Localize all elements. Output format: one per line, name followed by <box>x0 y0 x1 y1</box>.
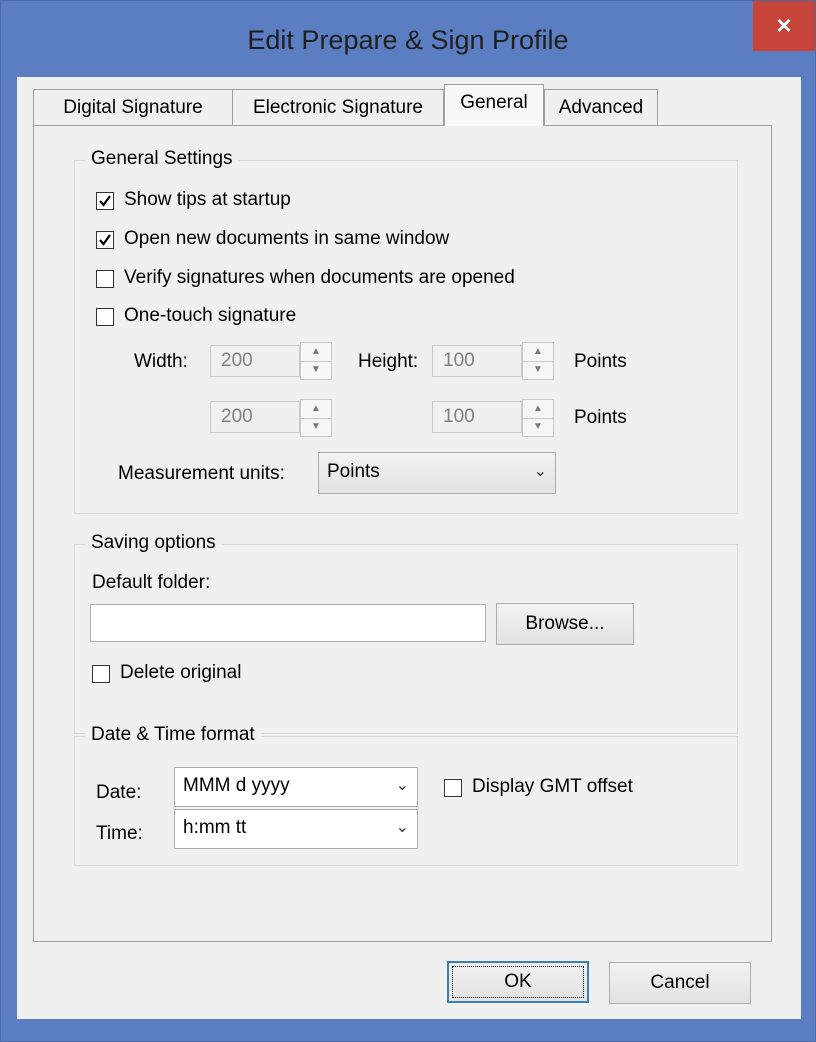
verify-signatures-checkbox[interactable] <box>96 270 114 288</box>
width-spinner-2[interactable]: ▲ ▼ <box>300 399 332 437</box>
width-input-2[interactable]: 200 <box>210 401 300 433</box>
units-label-1: Points <box>574 351 627 372</box>
height-spinner[interactable]: ▲ ▼ <box>522 342 554 380</box>
gmt-offset-checkbox[interactable] <box>444 779 462 797</box>
date-format-select[interactable]: MMM d yyyy ⌄ <box>174 767 418 807</box>
tab-general[interactable]: General <box>444 84 544 126</box>
saving-options-title: Saving options <box>85 532 222 554</box>
one-touch-signature-label[interactable]: One-touch signature <box>124 305 296 327</box>
one-touch-signature-checkbox[interactable] <box>96 308 114 326</box>
window-title: Edit Prepare & Sign Profile <box>247 25 569 55</box>
measurement-units-label: Measurement units: <box>118 463 285 484</box>
cancel-button[interactable]: Cancel <box>609 962 751 1004</box>
tab-advanced[interactable]: Advanced <box>544 89 658 125</box>
dialog-window: Edit Prepare & Sign Profile × Digital Si… <box>0 0 816 1042</box>
show-tips-label[interactable]: Show tips at startup <box>124 189 291 211</box>
close-icon: × <box>776 10 792 40</box>
spin-down-icon[interactable]: ▼ <box>523 361 553 379</box>
open-same-window-checkbox[interactable] <box>96 231 114 249</box>
title-bar[interactable]: Edit Prepare & Sign Profile × <box>1 1 815 77</box>
tab-digital-signature[interactable]: Digital Signature <box>33 89 233 125</box>
spin-up-icon[interactable]: ▲ <box>523 343 553 362</box>
height-label: Height: <box>358 351 419 372</box>
general-settings-title: General Settings <box>85 148 239 170</box>
chevron-down-icon: ⌄ <box>533 463 547 480</box>
spin-up-icon[interactable]: ▲ <box>301 400 331 419</box>
ok-button[interactable]: OK <box>447 961 589 1003</box>
width-spinner[interactable]: ▲ ▼ <box>300 342 332 380</box>
checkmark-icon <box>99 195 111 207</box>
delete-original-checkbox[interactable] <box>92 665 110 683</box>
show-tips-checkbox[interactable] <box>96 192 114 210</box>
gmt-offset-label[interactable]: Display GMT offset <box>472 776 633 798</box>
checkmark-icon <box>99 234 111 246</box>
default-folder-label: Default folder: <box>92 572 211 593</box>
spin-down-icon[interactable]: ▼ <box>523 418 553 436</box>
time-format-select[interactable]: h:mm tt ⌄ <box>174 809 418 849</box>
width-input[interactable]: 200 <box>210 345 300 377</box>
general-tab-panel: General Settings Show tips at startup Op… <box>33 125 772 942</box>
height-spinner-2[interactable]: ▲ ▼ <box>522 399 554 437</box>
spin-down-icon[interactable]: ▼ <box>301 361 331 379</box>
tab-electronic-signature[interactable]: Electronic Signature <box>232 89 444 125</box>
time-label: Time: <box>96 823 143 844</box>
close-button[interactable]: × <box>753 1 815 51</box>
width-label: Width: <box>134 351 188 372</box>
spin-up-icon[interactable]: ▲ <box>301 343 331 362</box>
spin-up-icon[interactable]: ▲ <box>523 400 553 419</box>
date-label: Date: <box>96 782 142 803</box>
measurement-units-value: Points <box>327 461 380 482</box>
units-label-2: Points <box>574 407 627 428</box>
delete-original-label[interactable]: Delete original <box>120 662 241 684</box>
spin-down-icon[interactable]: ▼ <box>301 418 331 436</box>
verify-signatures-label[interactable]: Verify signatures when documents are ope… <box>124 267 515 289</box>
height-input[interactable]: 100 <box>432 345 522 377</box>
measurement-units-select[interactable]: Points ⌄ <box>318 452 556 494</box>
browse-button[interactable]: Browse... <box>496 603 634 645</box>
chevron-down-icon: ⌄ <box>395 777 409 794</box>
date-format-value: MMM d yyyy <box>183 775 290 796</box>
date-time-title: Date & Time format <box>85 724 261 746</box>
height-input-2[interactable]: 100 <box>432 401 522 433</box>
open-same-window-label[interactable]: Open new documents in same window <box>124 228 449 250</box>
chevron-down-icon: ⌄ <box>395 819 409 836</box>
default-folder-input[interactable] <box>90 604 486 642</box>
focus-rectangle <box>452 966 584 998</box>
time-format-value: h:mm tt <box>183 817 247 838</box>
